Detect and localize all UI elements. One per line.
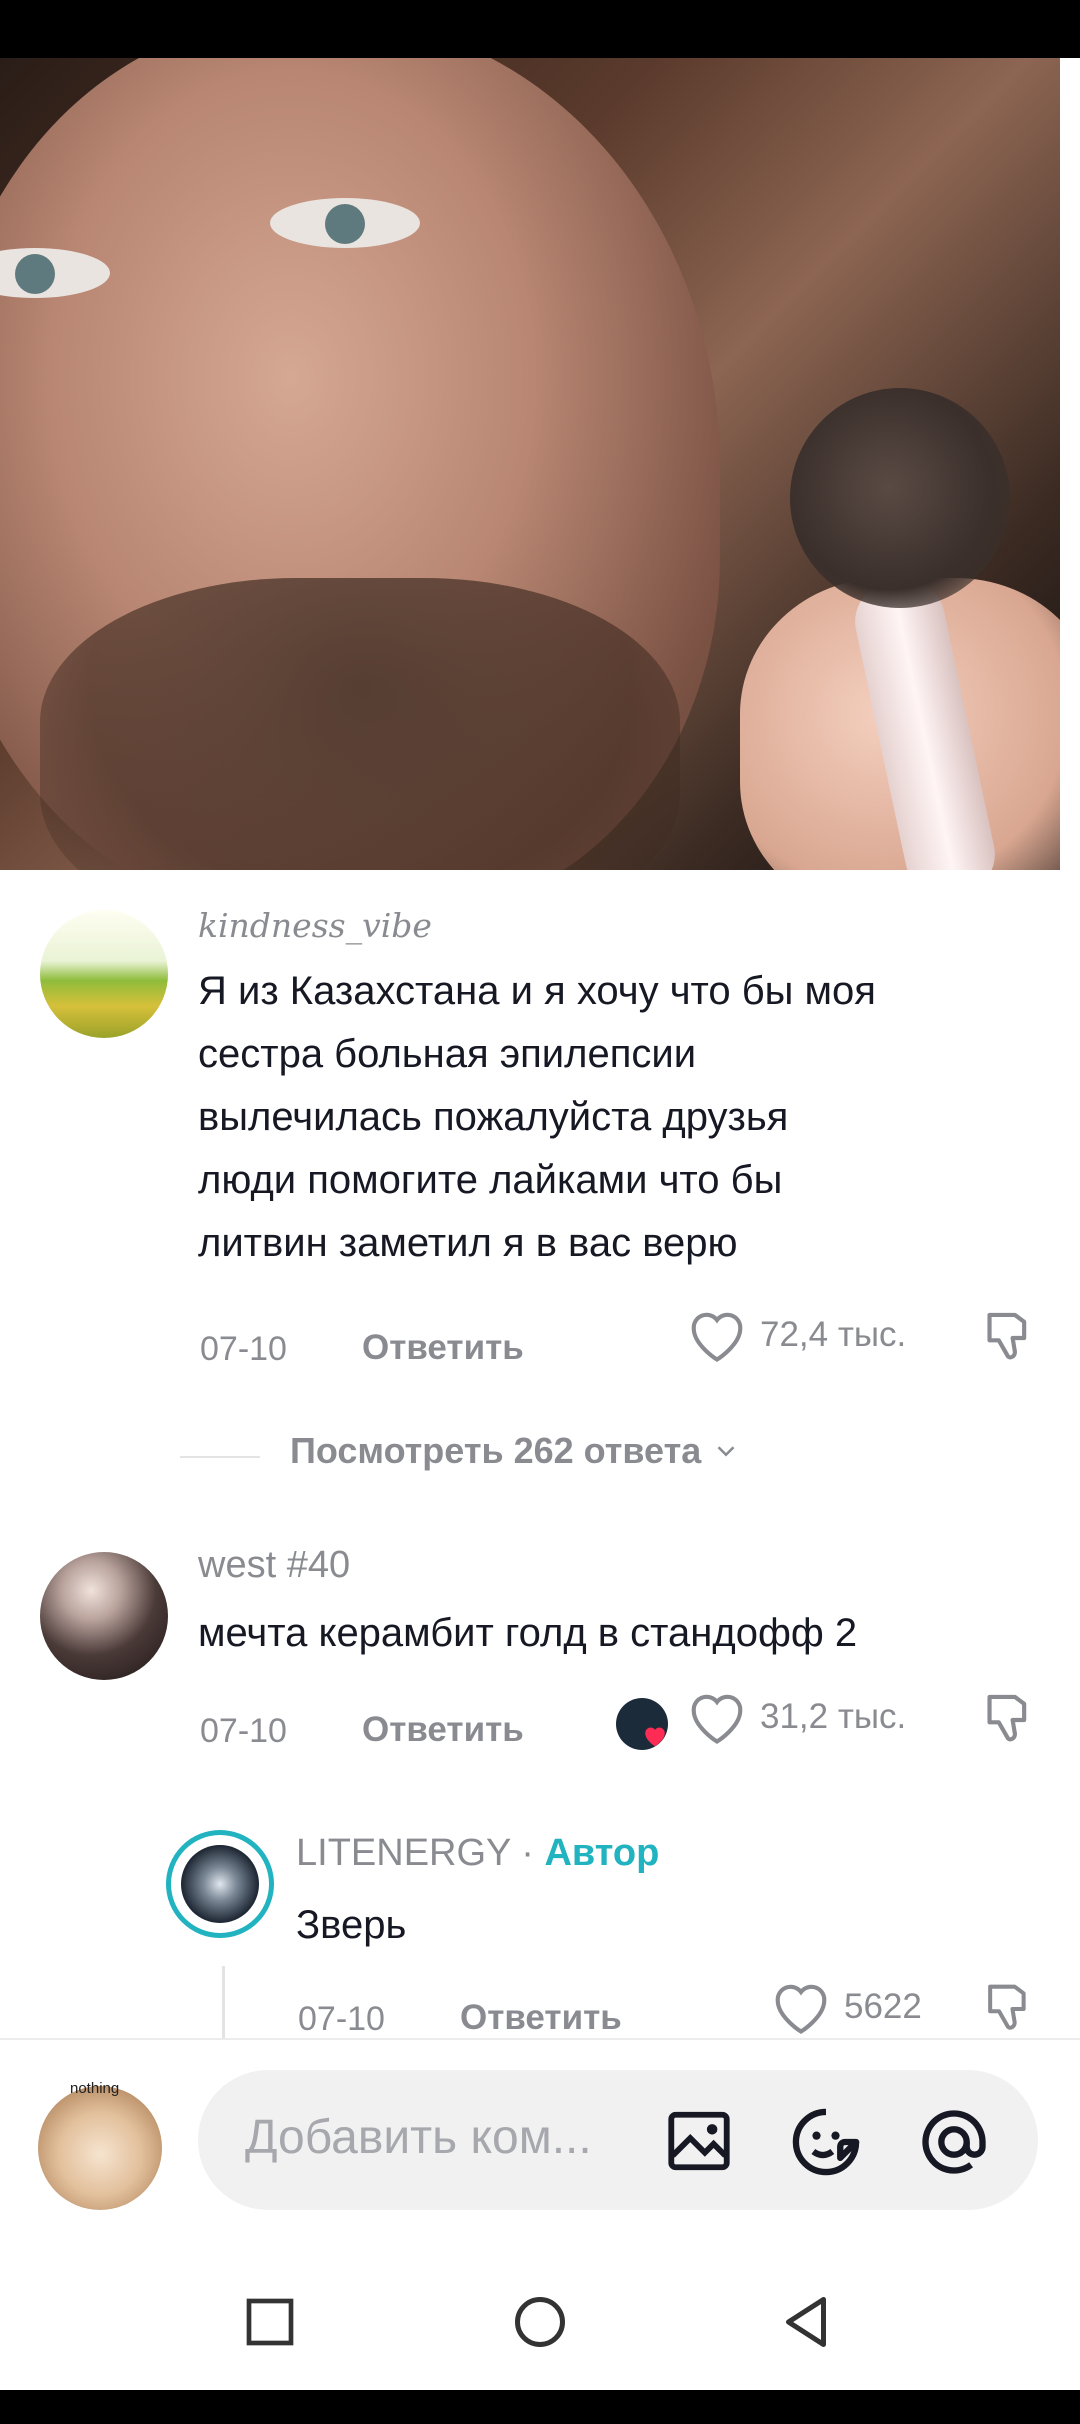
heart-icon [691,1312,743,1362]
comment-username[interactable]: west #40 [198,1544,350,1587]
dislike-icon[interactable] [980,1980,1036,2038]
comment-line: сестра больная эпилепсии [198,1032,697,1076]
reply-button[interactable]: Ответить [362,1710,524,1750]
chevron-down-icon [717,1446,735,1457]
heart-icon [691,1694,743,1744]
bottom-edge [0,2390,1080,2424]
mention-icon[interactable] [916,2104,992,2180]
recent-apps-icon[interactable] [242,2294,298,2350]
comment-username[interactable]: kindness_vibe [198,906,432,945]
comment-avatar[interactable] [40,910,168,1038]
input-bar-divider [0,2038,1080,2040]
dislike-icon[interactable] [980,1690,1036,1750]
comment-line: вылечилась пожалуйста друзья [198,1095,789,1139]
comment-date: 07-10 [200,1712,287,1750]
reply-thread-line [222,1966,225,2040]
like-count: 5622 [844,1987,922,2026]
like-button[interactable]: 72,4 тыс. [686,1306,906,1364]
comment-date: 07-10 [298,2000,385,2038]
image-icon[interactable] [664,2106,734,2176]
like-count: 72,4 тыс. [760,1315,907,1354]
video-eye-right [270,198,420,248]
video-brush [790,388,1010,608]
author-avatar-inner [181,1845,259,1923]
comment-avatar[interactable] [40,1552,168,1680]
reply-button[interactable]: Ответить [460,1998,622,2038]
my-avatar[interactable] [38,2086,162,2210]
author-reply-text: Зверь [296,1903,407,1947]
comment-date: 07-10 [200,1330,287,1368]
like-count: 31,2 тыс. [760,1697,907,1736]
author-username[interactable]: LITENERGY · Автор [296,1832,659,1875]
right-edge [1060,58,1080,2038]
comment-line: мечта керамбит голд в стандофф 2 [198,1611,858,1655]
my-avatar-label: nothing [70,2080,120,2097]
home-icon[interactable] [510,2292,570,2352]
heart-icon [775,1984,827,2034]
system-nav-bar [0,2250,1080,2390]
like-button[interactable]: 31,2 тыс. [686,1688,906,1746]
comment-input-placeholder: Добавить ком... [245,2111,592,2164]
comment-text: мечта керамбит голд в стандофф 2 [198,1602,857,1665]
view-replies-button[interactable]: Посмотреть 262 ответа [290,1430,741,1472]
emoji-icon[interactable] [788,2104,864,2180]
comment-line: литвин заметил я в вас верю [198,1221,738,1265]
creator-liked-badge [616,1698,668,1750]
reply-button[interactable]: Ответить [362,1328,524,1368]
comment-line: люди помогите лайками что бы [198,1158,783,1202]
author-avatar[interactable] [166,1830,274,1938]
separator: · [510,1832,545,1874]
like-button[interactable]: 5622 [770,1978,922,2036]
author-badge: Автор [544,1832,660,1874]
back-icon[interactable] [776,2292,836,2352]
video-beard [40,578,680,870]
comment-text: Я из Казахстана и я хочу что бы моя сест… [198,960,876,1275]
author-name: LITENERGY [296,1832,511,1874]
replies-divider [180,1456,260,1458]
comment-line: Я из Казахстана и я хочу что бы моя [198,969,876,1013]
dislike-icon[interactable] [980,1308,1036,1368]
video-player[interactable] [0,58,1060,870]
status-bar [0,0,1080,58]
heart-icon [645,1727,665,1747]
view-replies-label: Посмотреть 262 ответа [290,1430,702,1471]
